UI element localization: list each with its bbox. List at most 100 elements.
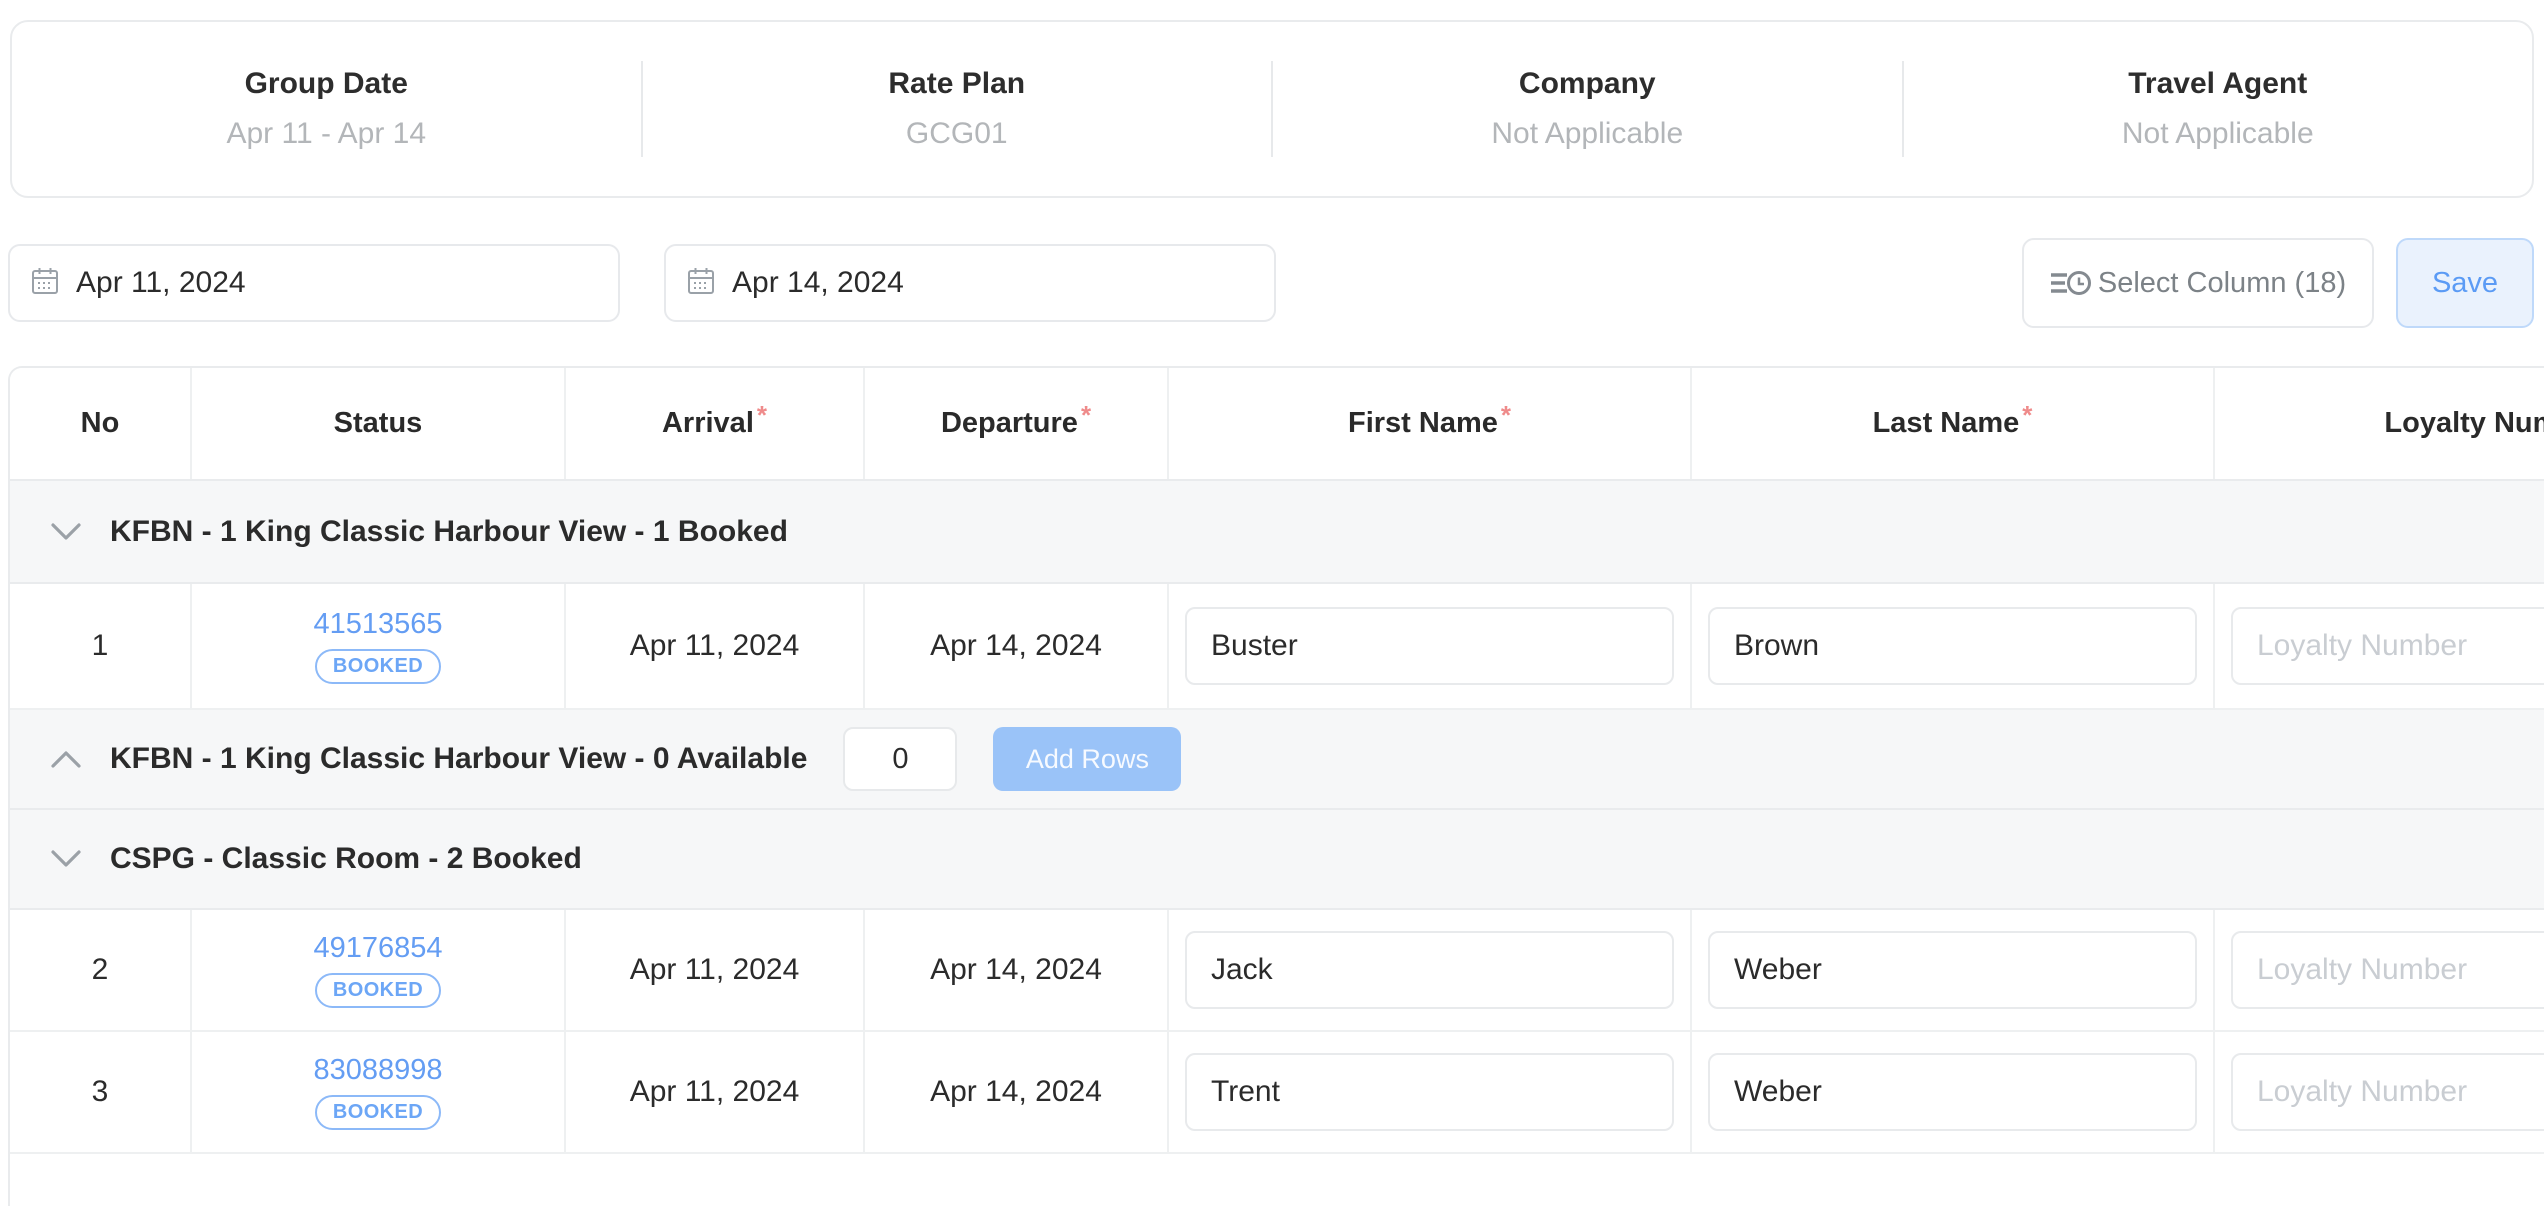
- column-header-label: First Name: [1348, 407, 1498, 440]
- chevron-up-icon[interactable]: [50, 749, 82, 769]
- group-summary-card: Group Date Apr 11 - Apr 14 Rate Plan GCG…: [10, 20, 2534, 198]
- select-column-button[interactable]: Select Column (18): [2022, 238, 2374, 328]
- rooming-list-table: No Status Arrival * Departure * First Na…: [8, 366, 2544, 1206]
- table-inner: No Status Arrival * Departure * First Na…: [10, 368, 2544, 1206]
- start-date-picker[interactable]: Apr 11, 2024: [8, 244, 620, 322]
- status-badge: BOOKED: [315, 649, 441, 684]
- status-stack: 83088998 BOOKED: [313, 1054, 442, 1130]
- group-header-row-kfbn-booked[interactable]: KFBN - 1 King Classic Harbour View - 1 B…: [10, 481, 2544, 584]
- loyalty-number-cell: [2215, 584, 2544, 708]
- select-column-label: Select Column (18): [2098, 267, 2346, 300]
- save-label: Save: [2432, 267, 2498, 300]
- summary-field-travel-agent: Travel Agent Not Applicable: [1904, 67, 2533, 151]
- arrival-date: Apr 11, 2024: [630, 953, 800, 987]
- column-header-no: No: [10, 368, 192, 479]
- calendar-icon: [688, 267, 714, 300]
- status-cell: 49176854 BOOKED: [192, 910, 566, 1030]
- status-cell: 83088998 BOOKED: [192, 1032, 566, 1152]
- summary-value: Not Applicable: [1273, 117, 1902, 151]
- departure-date-cell[interactable]: Apr 14, 2024: [865, 910, 1169, 1030]
- row-number: 3: [92, 1075, 109, 1109]
- summary-field-rate-plan: Rate Plan GCG01: [643, 67, 1272, 151]
- end-date-picker[interactable]: Apr 14, 2024: [664, 244, 1276, 322]
- start-date-value: Apr 11, 2024: [76, 266, 246, 300]
- group-header-row-cspg-booked[interactable]: CSPG - Classic Room - 2 Booked: [10, 810, 2544, 910]
- chevron-down-icon[interactable]: [50, 522, 82, 542]
- departure-date: Apr 14, 2024: [930, 629, 1102, 663]
- arrival-date: Apr 11, 2024: [630, 1075, 800, 1109]
- add-rows-count-input[interactable]: [843, 727, 957, 791]
- first-name-cell: [1169, 584, 1692, 708]
- arrival-date-cell[interactable]: Apr 11, 2024: [566, 584, 865, 708]
- column-header-label: Status: [334, 407, 423, 440]
- status-stack: 41513565 BOOKED: [313, 608, 442, 684]
- first-name-cell: [1169, 910, 1692, 1030]
- table-row: 1 41513565 BOOKED Apr 11, 2024 Apr 14, 2…: [10, 584, 2544, 710]
- departure-date-cell[interactable]: Apr 14, 2024: [865, 1032, 1169, 1152]
- column-header-loyalty-number: Loyalty Number: [2215, 368, 2544, 479]
- column-header-label: Loyalty Number: [2384, 407, 2544, 440]
- loyalty-number-cell: [2215, 1032, 2544, 1152]
- chevron-down-icon[interactable]: [50, 849, 82, 869]
- departure-date: Apr 14, 2024: [930, 1075, 1102, 1109]
- last-name-cell: [1692, 910, 2215, 1030]
- first-name-field[interactable]: [1185, 607, 1674, 685]
- group-add-rows-row-kfbn-available: KFBN - 1 King Classic Harbour View - 0 A…: [10, 710, 2544, 810]
- column-header-label: Last Name: [1873, 407, 2020, 440]
- confirmation-number-link[interactable]: 41513565: [313, 608, 442, 641]
- table-row: 3 83088998 BOOKED Apr 11, 2024 Apr 14, 2…: [10, 1032, 2544, 1154]
- loyalty-number-field[interactable]: [2231, 931, 2544, 1009]
- last-name-field[interactable]: [1708, 1053, 2197, 1131]
- departure-date-cell[interactable]: Apr 14, 2024: [865, 584, 1169, 708]
- table-row: 2 49176854 BOOKED Apr 11, 2024 Apr 14, 2…: [10, 910, 2544, 1032]
- required-marker: *: [1081, 400, 1091, 431]
- summary-label: Travel Agent: [1904, 67, 2533, 101]
- confirmation-number-link[interactable]: 49176854: [313, 932, 442, 965]
- table-header-row: No Status Arrival * Departure * First Na…: [10, 368, 2544, 481]
- loyalty-number-field[interactable]: [2231, 1053, 2544, 1131]
- column-header-arrival: Arrival *: [566, 368, 865, 479]
- last-name-field[interactable]: [1708, 607, 2197, 685]
- save-button[interactable]: Save: [2396, 238, 2534, 328]
- column-header-label: No: [81, 407, 120, 440]
- status-stack: 49176854 BOOKED: [313, 932, 442, 1008]
- column-header-label: Departure: [941, 407, 1078, 440]
- column-header-status: Status: [192, 368, 566, 479]
- status-badge: BOOKED: [315, 973, 441, 1008]
- arrival-date: Apr 11, 2024: [630, 629, 800, 663]
- summary-label: Company: [1273, 67, 1902, 101]
- column-header-label: Arrival: [662, 407, 754, 440]
- add-rows-button[interactable]: Add Rows: [993, 727, 1181, 791]
- group-title: CSPG - Classic Room - 2 Booked: [110, 842, 582, 876]
- column-header-first-name: First Name *: [1169, 368, 1692, 479]
- first-name-field[interactable]: [1185, 931, 1674, 1009]
- status-badge: BOOKED: [315, 1095, 441, 1130]
- group-title: KFBN - 1 King Classic Harbour View - 1 B…: [110, 515, 788, 549]
- last-name-field[interactable]: [1708, 931, 2197, 1009]
- row-number: 1: [92, 629, 109, 663]
- required-marker: *: [1501, 400, 1511, 431]
- summary-value: Apr 11 - Apr 14: [12, 117, 641, 151]
- summary-field-group-date: Group Date Apr 11 - Apr 14: [12, 67, 641, 151]
- toolbar: Apr 11, 2024 Apr 14, 2024 Select Column …: [8, 238, 2534, 328]
- row-number-cell: 2: [10, 910, 192, 1030]
- required-marker: *: [757, 400, 767, 431]
- column-header-last-name: Last Name *: [1692, 368, 2215, 479]
- summary-label: Group Date: [12, 67, 641, 101]
- first-name-field[interactable]: [1185, 1053, 1674, 1131]
- arrival-date-cell[interactable]: Apr 11, 2024: [566, 910, 865, 1030]
- arrival-date-cell[interactable]: Apr 11, 2024: [566, 1032, 865, 1152]
- first-name-cell: [1169, 1032, 1692, 1152]
- status-cell: 41513565 BOOKED: [192, 584, 566, 708]
- summary-field-company: Company Not Applicable: [1273, 67, 1902, 151]
- calendar-icon: [32, 267, 58, 300]
- add-rows-label: Add Rows: [1026, 744, 1149, 775]
- confirmation-number-link[interactable]: 83088998: [313, 1054, 442, 1087]
- row-number-cell: 1: [10, 584, 192, 708]
- required-marker: *: [2022, 400, 2032, 431]
- loyalty-number-field[interactable]: [2231, 607, 2544, 685]
- column-header-departure: Departure *: [865, 368, 1169, 479]
- table-footer-spacer: [10, 1154, 2544, 1206]
- row-number: 2: [92, 953, 109, 987]
- end-date-value: Apr 14, 2024: [732, 266, 904, 300]
